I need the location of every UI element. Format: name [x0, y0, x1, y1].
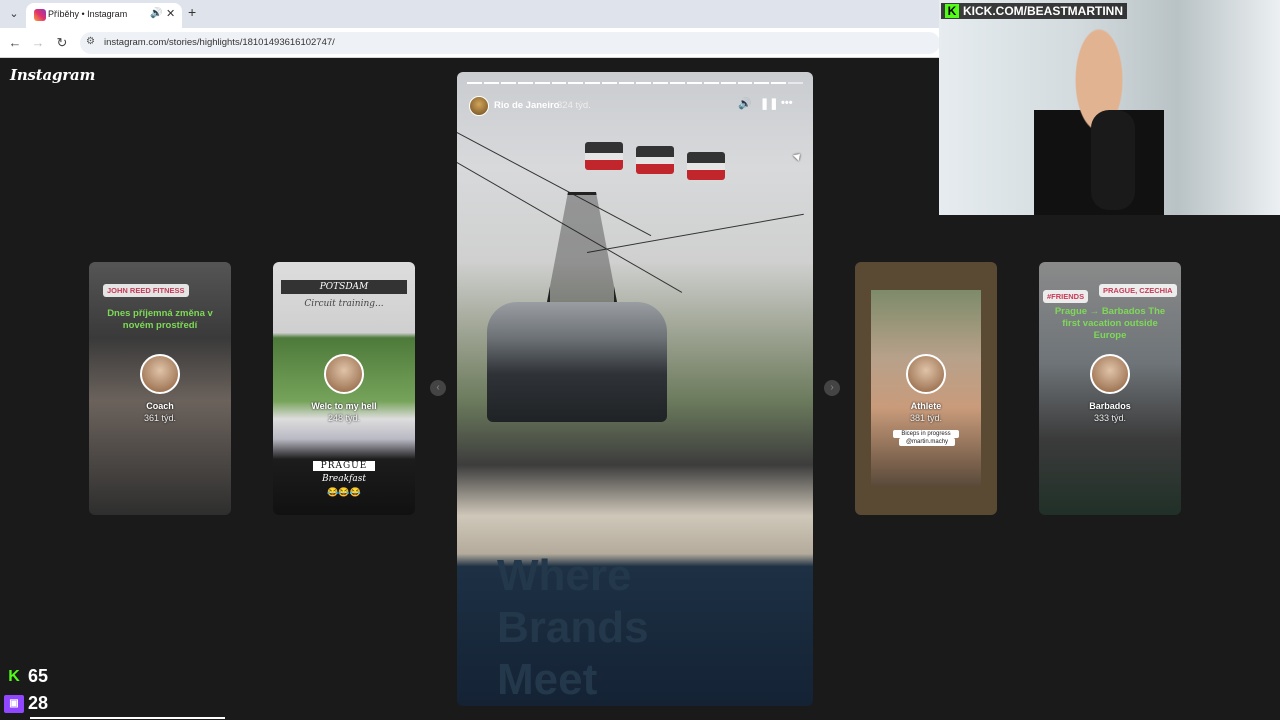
card-name: Athlete — [910, 401, 942, 411]
sign-line: Meet — [497, 655, 598, 704]
sign-line: Where — [497, 551, 632, 600]
kick-url: KICK.COM/BEASTMARTINN — [963, 4, 1123, 18]
progress-segment — [500, 82, 516, 84]
card-name: Welc to my hell — [311, 401, 377, 411]
avatar — [140, 354, 180, 394]
screen: ⌄ Příběhy • Instagram 🔊 ✕ + ← → ↻ ⚙ inst… — [0, 0, 1280, 720]
highlight-card-coach[interactable]: JOHN REED FITNESS Dnes příjemná změna v … — [89, 262, 231, 515]
cable-car-tower — [547, 192, 617, 302]
kick-viewers: 65 — [28, 666, 49, 686]
progress-segment — [788, 82, 804, 84]
prev-story-arrow-icon[interactable]: ‹ — [430, 380, 446, 396]
tab-title: Příběhy • Instagram — [48, 9, 128, 19]
card-age: 333 týd. — [1093, 413, 1127, 423]
close-icon[interactable]: ✕ — [166, 7, 175, 20]
progress-segment — [483, 82, 499, 84]
location-chip: JOHN REED FITNESS — [103, 284, 189, 297]
browser-tab[interactable]: Příběhy • Instagram 🔊 ✕ — [26, 3, 182, 28]
cable-car-gondola — [687, 152, 725, 180]
progress-segment — [771, 82, 787, 84]
tab-search-chevron-icon[interactable]: ⌄ — [6, 6, 22, 22]
card-subtitle: Circuit training... — [304, 299, 384, 309]
card-overlay-text: Dnes příjemná změna v novém prostředí — [107, 308, 213, 331]
card-handle: @martin.machy — [899, 438, 955, 446]
instagram-logo[interactable]: Instagram — [10, 66, 95, 84]
progress-segment — [669, 82, 685, 84]
progress-segment — [686, 82, 702, 84]
highlight-card-barbados[interactable]: #FRIENDS PRAGUE, CZECHIA Prague → Barbad… — [1039, 262, 1181, 515]
avatar — [906, 354, 946, 394]
card-age: 381 týd. — [909, 413, 943, 423]
webcam-overlay — [939, 0, 1280, 215]
story-name[interactable]: Rio de Janeiro — [494, 100, 559, 111]
forward-arrow-icon[interactable]: → — [29, 34, 47, 52]
next-story-arrow-icon[interactable]: › — [824, 380, 840, 396]
card-emoji: 😂😂😂 — [327, 487, 361, 497]
avatar — [324, 354, 364, 394]
card-name: Coach — [146, 401, 174, 411]
kick-logo-icon: K — [945, 4, 959, 18]
progress-segment — [619, 82, 635, 84]
mute-icon[interactable]: 🔊 — [738, 97, 752, 110]
progress-segment — [568, 82, 584, 84]
progress-segment — [652, 82, 668, 84]
progress-segment — [737, 82, 753, 84]
pause-icon[interactable]: ❚❚ — [760, 97, 778, 110]
instagram-favicon-icon — [34, 9, 46, 21]
progress-segment — [585, 82, 601, 84]
hashtag-chip: #FRIENDS — [1043, 290, 1089, 303]
story-age: 324 týd. — [557, 100, 591, 111]
more-options-icon[interactable]: ••• — [781, 97, 793, 109]
microphone — [1091, 110, 1135, 210]
progress-segment — [754, 82, 770, 84]
progress-segment — [467, 82, 482, 84]
sign-line: Brands — [497, 603, 649, 652]
url-text[interactable]: instagram.com/stories/highlights/1810149… — [104, 37, 335, 48]
card-caption: Biceps in progress — [893, 430, 959, 438]
story-viewer[interactable]: Rio de Janeiro 324 týd. 🔊 ❚❚ ••• Where B… — [457, 72, 813, 706]
progress-segment — [602, 82, 618, 84]
twitch-logo-icon: ▣ — [4, 694, 24, 713]
card-breakfast-label: Breakfast — [322, 474, 366, 484]
card-age: 248 týd. — [327, 413, 361, 423]
twitch-viewers: 28 — [28, 693, 49, 713]
sign-text: Where Brands Meet — [497, 550, 649, 706]
divider — [30, 717, 225, 719]
card-age: 361 týd. — [143, 413, 177, 423]
twitch-viewer-count: ▣ 28 — [4, 693, 48, 714]
cable-car-gondola — [636, 146, 674, 174]
kick-logo-icon: K — [8, 667, 20, 685]
card-title-box: POTSDAM — [281, 280, 407, 294]
progress-segment — [534, 82, 550, 84]
story-avatar[interactable] — [469, 96, 489, 116]
speaker-icon[interactable]: 🔊 — [150, 8, 162, 19]
progress-segment — [517, 82, 533, 84]
kick-viewer-count: K 65 — [4, 666, 48, 687]
story-progress-bar — [467, 82, 804, 84]
back-arrow-icon[interactable]: ← — [6, 34, 24, 52]
highlight-card-athlete[interactable]: Athlete 381 týd. Biceps in progress @mar… — [855, 262, 997, 515]
card-name: Barbados — [1089, 401, 1131, 411]
progress-segment — [551, 82, 567, 84]
card-overlay-text: Prague → Barbados The first vacation out… — [1054, 306, 1166, 341]
url-field[interactable]: ⚙ instagram.com/stories/highlights/18101… — [80, 32, 940, 54]
highlight-card-welc[interactable]: POTSDAM Circuit training... Welc to my h… — [273, 262, 415, 515]
cable-car-gondola — [585, 142, 623, 170]
progress-segment — [720, 82, 736, 84]
new-tab-button[interactable]: + — [188, 5, 196, 19]
progress-segment — [703, 82, 719, 84]
avatar — [1090, 354, 1130, 394]
reload-icon[interactable]: ↻ — [53, 34, 71, 52]
cable-car-cabin — [487, 302, 667, 422]
kick-banner: K KICK.COM/BEASTMARTINN — [941, 3, 1127, 19]
progress-segment — [636, 82, 651, 84]
site-settings-icon[interactable]: ⚙ — [86, 36, 95, 47]
card-prague-label: PRAGUE — [313, 461, 375, 471]
location-chip: PRAGUE, CZECHIA — [1099, 284, 1177, 297]
